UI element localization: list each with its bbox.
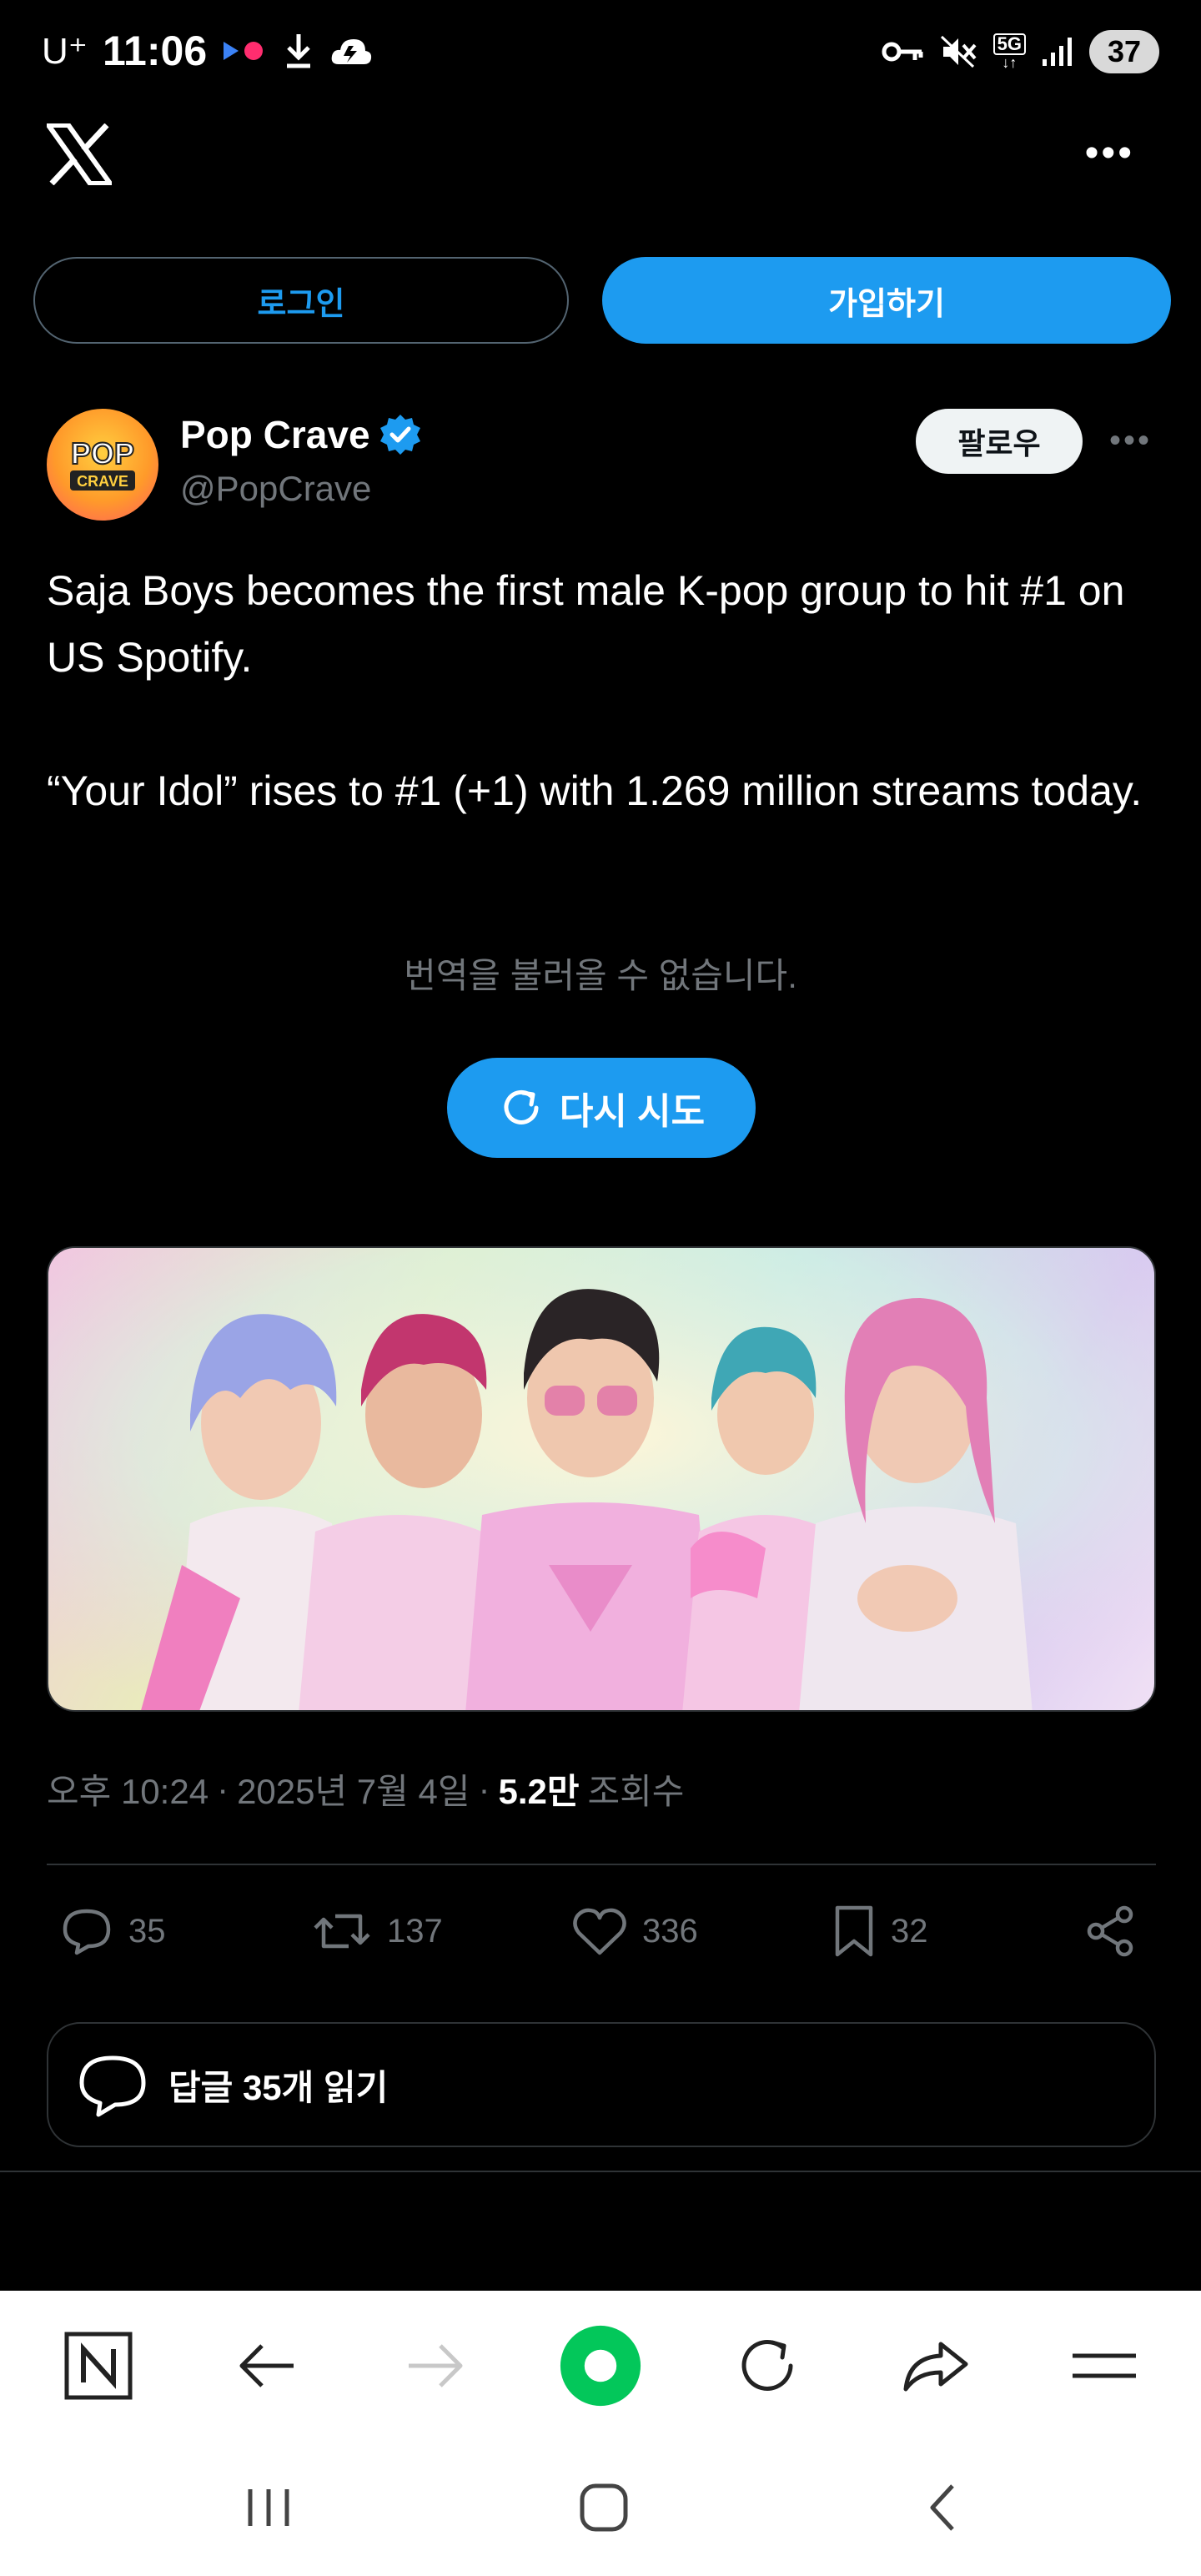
- repost-icon: [314, 1914, 370, 1949]
- repost-count: 137: [387, 1912, 443, 1950]
- network-type-label: 5G: [992, 33, 1026, 55]
- divider: [0, 2171, 1201, 2172]
- home-icon: [580, 2483, 628, 2532]
- reply-icon: [63, 1909, 111, 1955]
- tweet-time[interactable]: 오후 10:24: [47, 1763, 209, 1814]
- forward-button[interactable]: [394, 2324, 477, 2407]
- reload-button[interactable]: [726, 2324, 809, 2407]
- recent-apps-button[interactable]: [227, 2474, 310, 2541]
- data-arrows-icon: ↓↑: [1002, 54, 1018, 71]
- recent-apps-icon: [248, 2489, 289, 2526]
- system-navigation-bar: [0, 2441, 1201, 2576]
- like-button[interactable]: 336: [572, 1897, 698, 1965]
- bookmark-count: 32: [891, 1912, 928, 1950]
- back-button[interactable]: [225, 2324, 309, 2407]
- mute-icon: [940, 35, 977, 68]
- vpn-key-icon: [882, 42, 923, 62]
- share-page-button[interactable]: [894, 2324, 977, 2407]
- group-illustration: [48, 1248, 1154, 1710]
- menu-button[interactable]: [1063, 2324, 1146, 2407]
- tweet-meta: 오후 10:24 · 2025년 7월 4일 · 5.2만 조회수: [47, 1763, 684, 1814]
- tweet-text: Saja Boys becomes the first male K-pop g…: [47, 557, 1173, 824]
- translation-error-text: 번역을 불러올 수 없습니다.: [404, 956, 797, 995]
- tweet-text-line-1: Saja Boys becomes the first male K-pop g…: [47, 567, 1125, 681]
- retry-label: 다시 시도: [559, 1091, 706, 1132]
- meta-separator: ·: [478, 1768, 490, 1809]
- author-handle[interactable]: @PopCrave: [180, 469, 371, 509]
- refresh-icon: [504, 1089, 539, 1124]
- tweet-more-icon[interactable]: •••: [1109, 424, 1152, 457]
- tweet-date[interactable]: 2025년 7월 4일: [237, 1763, 470, 1814]
- reply-button[interactable]: 35: [60, 1897, 166, 1965]
- cloud-icon: [331, 39, 372, 64]
- clock: 11:06: [103, 28, 208, 74]
- bookmark-icon: [835, 1905, 873, 1957]
- carrier-label: U⁺: [42, 30, 88, 72]
- tweet-image[interactable]: [47, 1246, 1156, 1712]
- status-bar-left: U⁺ 11:06: [42, 27, 374, 75]
- divider: [47, 1864, 1156, 1865]
- system-back-button[interactable]: [901, 2474, 984, 2541]
- status-bar: U⁺ 11:06 5G ↓↑ 37: [0, 0, 1201, 108]
- bookmark-button[interactable]: 32: [832, 1897, 928, 1965]
- header-more-icon[interactable]: •••: [1085, 133, 1134, 174]
- arrow-right-icon: [409, 2344, 463, 2387]
- share-icon: [1087, 1905, 1133, 1957]
- arrow-left-icon: [239, 2344, 294, 2387]
- signup-button[interactable]: 가입하기: [602, 257, 1171, 344]
- back-chevron-icon: [930, 2484, 954, 2531]
- meta-separator: ·: [217, 1768, 229, 1809]
- network-indicator: 5G ↓↑: [992, 33, 1026, 71]
- media-dots-icon: [224, 42, 264, 60]
- tweet-text-line-2: “Your Idol” rises to #1 (+1) with 1.269 …: [47, 767, 1143, 814]
- heart-icon: [573, 1908, 626, 1955]
- reply-count: 35: [128, 1912, 166, 1950]
- share-arrow-icon: [903, 2342, 968, 2392]
- download-icon: [287, 34, 311, 68]
- green-dot-icon: [560, 2325, 641, 2407]
- x-logo-icon[interactable]: [47, 123, 112, 185]
- verified-badge-icon: [379, 415, 420, 455]
- views-count: 5.2만: [498, 1772, 580, 1811]
- browser-toolbar: [0, 2291, 1201, 2441]
- share-button[interactable]: [1084, 1897, 1138, 1965]
- retry-button[interactable]: 다시 시도: [447, 1058, 756, 1158]
- reply-bubble-icon: [79, 2055, 146, 2117]
- repost-button[interactable]: 137: [312, 1897, 443, 1965]
- reload-icon: [741, 2340, 793, 2391]
- green-dot-button[interactable]: [559, 2324, 642, 2407]
- signal-icon: [1043, 38, 1072, 66]
- author-name-row[interactable]: Pop Crave: [180, 412, 422, 457]
- read-replies-label: 답글 35개 읽기: [168, 2067, 389, 2107]
- naver-n-icon: [64, 2332, 133, 2400]
- hamburger-menu-icon: [1073, 2353, 1136, 2378]
- avatar-logo-top: POP: [71, 436, 134, 470]
- tweet-actions: 35 137 336 32: [47, 1897, 1156, 1965]
- read-replies-button[interactable]: 답글 35개 읽기: [47, 2022, 1156, 2147]
- follow-button[interactable]: 팔로우: [916, 409, 1083, 474]
- login-button[interactable]: 로그인: [33, 257, 569, 344]
- naver-home-button[interactable]: [57, 2324, 140, 2407]
- pop-crave-logo: POP CRAVE: [70, 435, 135, 491]
- author-name[interactable]: Pop Crave: [180, 412, 370, 457]
- battery-indicator: 37: [1089, 30, 1159, 73]
- avatar-logo-bottom: CRAVE: [77, 473, 128, 490]
- avatar[interactable]: POP CRAVE: [47, 409, 158, 521]
- home-button[interactable]: [562, 2474, 646, 2541]
- like-count: 336: [642, 1912, 698, 1950]
- views-label: 조회수: [587, 1772, 685, 1811]
- status-bar-right: 5G ↓↑ 37: [882, 30, 1159, 73]
